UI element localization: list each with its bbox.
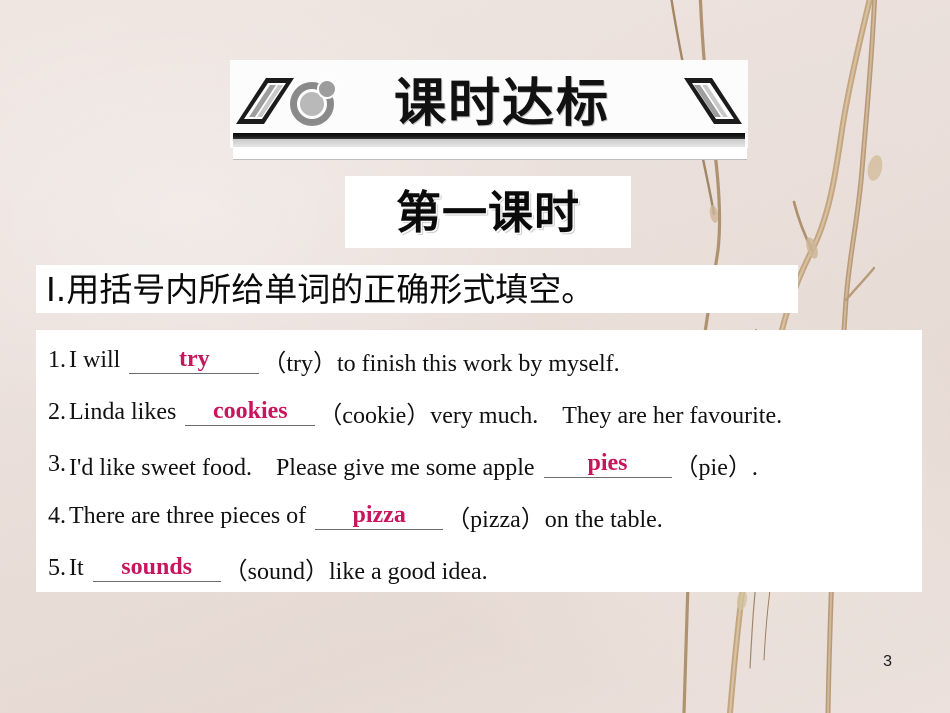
- exercise-text-after: （cookie）very much. They are her favourit…: [318, 402, 783, 429]
- exercise-number: 5.: [48, 554, 66, 581]
- exercise-text-before: I'd like sweet food. Please give me some…: [69, 454, 535, 481]
- answer-blank[interactable]: pizza: [315, 502, 444, 531]
- banner-title: 课时达标: [393, 74, 610, 134]
- exercise-row: 2. Linda likes cookies （cookie）very much. …: [36, 386, 922, 438]
- answer-blank[interactable]: sounds: [92, 554, 221, 583]
- exercise-text-before: There are three pieces of: [69, 502, 307, 529]
- exercise-text-after: （try）to finish this work by myself.: [262, 350, 620, 377]
- answer-blank[interactable]: pies: [543, 450, 672, 479]
- banner-rule-gray: [233, 139, 745, 147]
- exercise-row: 4. There are three pieces of pizza （pizza）…: [36, 490, 922, 542]
- exercise-number: 4.: [48, 502, 66, 529]
- exercise-panel: 1. I will try （try）to finish this work by …: [36, 330, 922, 592]
- section-heading: Ⅰ.用括号内所给单词的正确形式填空。: [46, 269, 595, 309]
- exercise-list: 1. I will try （try）to finish this work by …: [36, 334, 922, 594]
- exercise-text-before: I will: [69, 346, 121, 373]
- exercise-text-after: （pie）.: [674, 454, 758, 481]
- exercise-number: 2.: [48, 398, 66, 425]
- lesson-title-box: 第一课时: [345, 176, 631, 248]
- exercise-text-after: （pizza）on the table.: [446, 506, 663, 533]
- exercise-text-after: （sound）like a good idea.: [223, 558, 488, 585]
- answer-blank[interactable]: cookies: [185, 398, 316, 427]
- exercise-text-before: Linda likes: [69, 398, 177, 425]
- exercise-text-before: It: [69, 554, 84, 581]
- slide-canvas: 课时达标 第一课时 Ⅰ.用括号内所给单词的正确形式填空。 1. I will tr…: [0, 0, 950, 713]
- answer-blank[interactable]: try: [129, 346, 260, 375]
- chevron-stripes-left-icon: [236, 78, 294, 124]
- exercise-number: 1.: [48, 346, 66, 373]
- exercise-number: 3.: [48, 450, 66, 477]
- exercise-row: 3. I'd like sweet food. Please give me s…: [36, 438, 922, 490]
- chevron-stripes-right-icon: [684, 78, 742, 124]
- bubbles-logo-icon: [290, 79, 337, 126]
- exercise-row: 5. It sounds （sound）like a good idea.: [36, 542, 922, 594]
- exercise-row: 1. I will try （try）to finish this work by …: [36, 334, 922, 386]
- banner-rule-light: [233, 147, 747, 160]
- lesson-title: 第一课时: [395, 185, 580, 239]
- section-heading-panel: Ⅰ.用括号内所给单词的正确形式填空。: [36, 265, 798, 313]
- page-number: 3: [883, 653, 892, 670]
